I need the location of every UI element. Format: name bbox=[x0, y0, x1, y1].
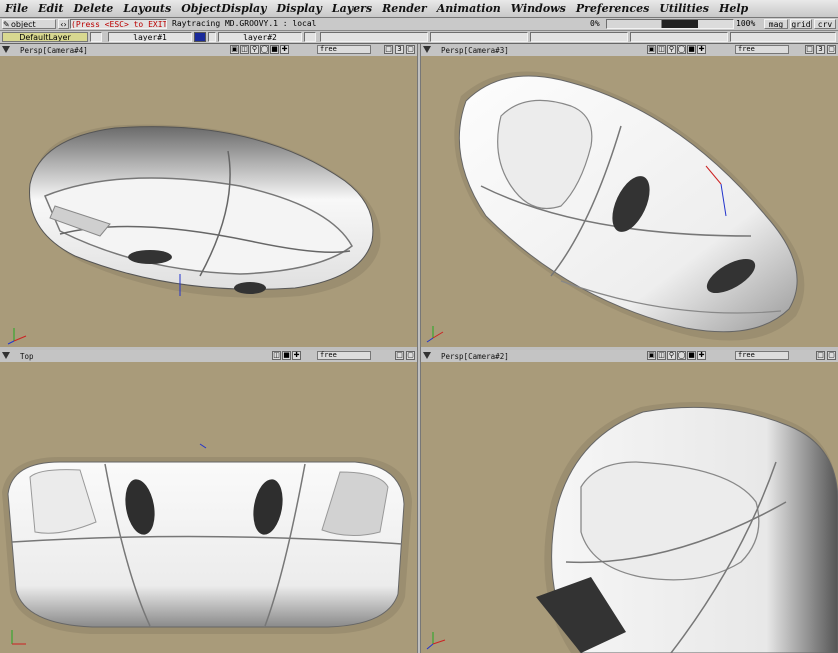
menu-utilities[interactable]: Utilities bbox=[654, 2, 714, 15]
menu-help[interactable]: Help bbox=[714, 2, 753, 15]
viewport-number[interactable]: 3 bbox=[816, 45, 825, 54]
layer1-toggle[interactable] bbox=[208, 32, 216, 42]
dolly-icon[interactable]: ■ bbox=[687, 45, 696, 54]
triangle-menu-icon[interactable] bbox=[423, 46, 431, 53]
status-text: Raytracing MD.GROOVY.1 : local bbox=[172, 19, 317, 28]
viewport-canvas[interactable] bbox=[421, 362, 838, 653]
viewport-title: Top bbox=[20, 351, 34, 361]
menu-file[interactable]: File bbox=[0, 2, 33, 15]
menu-layers[interactable]: Layers bbox=[327, 2, 377, 15]
menu-display[interactable]: Display bbox=[272, 2, 327, 15]
default-layer-button[interactable]: DefaultLayer bbox=[2, 32, 88, 42]
menu-layouts[interactable]: Layouts bbox=[118, 2, 176, 15]
prompt-message: (Press <ESC> to EXIT bbox=[70, 19, 167, 29]
track-icon[interactable]: ✚ bbox=[697, 351, 706, 360]
maximize-icon[interactable]: □ bbox=[816, 351, 825, 360]
viewport-divider-vertical[interactable] bbox=[417, 44, 421, 653]
zoom-icon[interactable]: ◫ bbox=[657, 45, 666, 54]
menu-objectdisplay[interactable]: ObjectDisplay bbox=[176, 2, 271, 15]
triangle-menu-icon[interactable] bbox=[2, 352, 10, 359]
crv-button[interactable]: crv bbox=[814, 19, 836, 29]
empty-layer-slot-5[interactable] bbox=[730, 32, 836, 42]
camera-mode-dropdown[interactable]: free bbox=[317, 351, 371, 360]
dolly-icon[interactable]: ■ bbox=[282, 351, 291, 360]
pan-icon[interactable]: ▣ bbox=[647, 351, 656, 360]
tumble-icon[interactable]: ◯ bbox=[260, 45, 269, 54]
viewport-title: Persp[Camera#4] bbox=[20, 45, 88, 55]
progress-bar bbox=[606, 19, 734, 29]
empty-layer-slot-2[interactable] bbox=[430, 32, 528, 42]
layer-visibility-toggle[interactable] bbox=[90, 32, 102, 42]
empty-layer-slot-3[interactable] bbox=[530, 32, 628, 42]
track-icon[interactable]: ✚ bbox=[292, 351, 301, 360]
viewport-persp-camera3[interactable]: Persp[Camera#3] ▣ ◫ ⚲ ◯ ■ ✚ free □ 3 ▢ bbox=[421, 44, 838, 347]
pan-icon[interactable]: ▣ bbox=[230, 45, 239, 54]
toggle-icon[interactable]: ‹› bbox=[58, 19, 69, 29]
viewport-persp-camera2[interactable]: Persp[Camera#2] ▣ ◫ ⚲ ◯ ■ ✚ free □ ▢ bbox=[421, 350, 838, 653]
mag-button[interactable]: mag bbox=[764, 19, 788, 29]
track-icon[interactable]: ✚ bbox=[697, 45, 706, 54]
empty-layer-slot-1[interactable] bbox=[320, 32, 428, 42]
viewport-title: Persp[Camera#2] bbox=[441, 351, 509, 361]
tumble-icon[interactable]: ◯ bbox=[677, 45, 686, 54]
mouse-model-render bbox=[421, 56, 838, 347]
progress-start-label: 0% bbox=[590, 19, 600, 28]
empty-layer-slot-4[interactable] bbox=[630, 32, 728, 42]
menu-animation[interactable]: Animation bbox=[432, 2, 506, 15]
menu-delete[interactable]: Delete bbox=[69, 2, 119, 15]
close-icon[interactable]: ▢ bbox=[406, 351, 415, 360]
maximize-icon[interactable]: □ bbox=[395, 351, 404, 360]
zoom-icon[interactable]: ◫ bbox=[272, 351, 281, 360]
menu-windows[interactable]: Windows bbox=[506, 2, 571, 15]
viewport-top[interactable]: Top ◫ ■ ✚ free □ ▢ bbox=[0, 350, 417, 653]
pick-tool-icon: ✎ bbox=[3, 20, 10, 29]
maximize-icon[interactable]: □ bbox=[384, 45, 393, 54]
maximize-icon[interactable]: □ bbox=[805, 45, 814, 54]
camera-mode-dropdown[interactable]: free bbox=[735, 45, 789, 54]
viewport-canvas[interactable] bbox=[0, 56, 417, 347]
triangle-menu-icon[interactable] bbox=[423, 352, 431, 359]
grid-button[interactable]: grid bbox=[790, 19, 812, 29]
zoom-region-icon[interactable]: ⚲ bbox=[667, 351, 676, 360]
menu-edit[interactable]: Edit bbox=[33, 2, 68, 15]
layer2-toggle[interactable] bbox=[304, 32, 316, 42]
layer1-color-swatch[interactable] bbox=[194, 32, 206, 42]
zoom-icon[interactable]: ◫ bbox=[240, 45, 249, 54]
mode-button[interactable]: ✎object bbox=[2, 19, 56, 29]
viewport-number[interactable]: 3 bbox=[395, 45, 404, 54]
progress-end-label: 100% bbox=[736, 19, 756, 28]
dolly-icon[interactable]: ■ bbox=[270, 45, 279, 54]
close-icon[interactable]: ▢ bbox=[406, 45, 415, 54]
viewport-title: Persp[Camera#3] bbox=[441, 45, 509, 55]
close-icon[interactable]: ▢ bbox=[827, 351, 836, 360]
layer2-button[interactable]: layer#2 bbox=[218, 32, 302, 42]
dolly-icon[interactable]: ■ bbox=[687, 351, 696, 360]
viewport-persp-camera4[interactable]: Persp[Camera#4] ▣ ◫ ⚲ ◯ ■ ✚ free □ 3 ▢ bbox=[0, 44, 417, 347]
camera-mode-dropdown[interactable]: free bbox=[317, 45, 371, 54]
menu-preferences[interactable]: Preferences bbox=[571, 2, 654, 15]
mouse-model-render bbox=[0, 56, 417, 347]
mouse-model-render bbox=[0, 362, 417, 653]
layer1-button[interactable]: layer#1 bbox=[108, 32, 192, 42]
camera-mode-dropdown[interactable]: free bbox=[735, 351, 789, 360]
menu-bar: File Edit Delete Layouts ObjectDisplay D… bbox=[0, 0, 838, 18]
zoom-region-icon[interactable]: ⚲ bbox=[250, 45, 259, 54]
tumble-icon[interactable]: ◯ bbox=[677, 351, 686, 360]
pan-icon[interactable]: ▣ bbox=[647, 45, 656, 54]
triangle-menu-icon[interactable] bbox=[2, 46, 10, 53]
track-icon[interactable]: ✚ bbox=[280, 45, 289, 54]
viewport-canvas[interactable] bbox=[0, 362, 417, 653]
progress-fill bbox=[607, 20, 698, 28]
close-icon[interactable]: ▢ bbox=[827, 45, 836, 54]
viewport-canvas[interactable] bbox=[421, 56, 838, 347]
layer-bar: DefaultLayer layer#1 layer#2 bbox=[0, 31, 838, 44]
menu-render[interactable]: Render bbox=[377, 2, 432, 15]
mouse-model-render bbox=[421, 362, 838, 653]
zoom-region-icon[interactable]: ⚲ bbox=[667, 45, 676, 54]
zoom-icon[interactable]: ◫ bbox=[657, 351, 666, 360]
status-toolbar: ✎object ‹› (Press <ESC> to EXIT Raytraci… bbox=[0, 18, 838, 31]
